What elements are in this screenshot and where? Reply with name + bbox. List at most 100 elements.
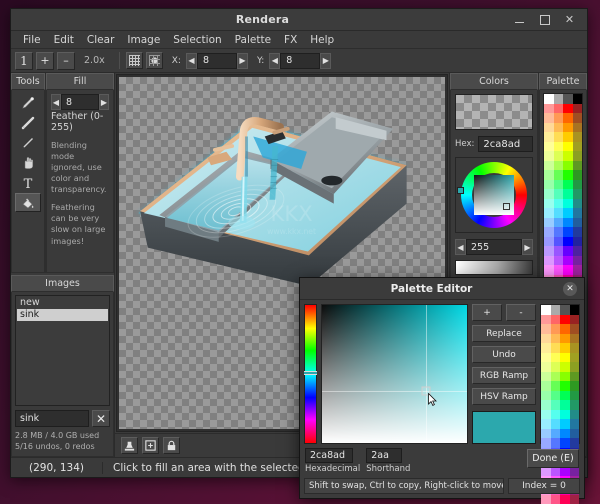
palette-swatch[interactable] xyxy=(560,419,570,429)
palette-swatch[interactable] xyxy=(554,189,564,199)
palette-swatch[interactable] xyxy=(563,265,573,275)
palette-swatch[interactable] xyxy=(570,429,580,439)
palette-swatch[interactable] xyxy=(570,410,580,420)
palette-swatch[interactable] xyxy=(560,343,570,353)
palette-swatch[interactable] xyxy=(560,400,570,410)
palette-swatch[interactable] xyxy=(554,132,564,142)
palette-swatch[interactable] xyxy=(554,161,564,171)
palette-swatch[interactable] xyxy=(573,151,583,161)
palette-swatch[interactable] xyxy=(544,142,554,152)
palette-swatch[interactable] xyxy=(544,180,554,190)
maximize-icon[interactable] xyxy=(539,14,550,25)
palette-swatch[interactable] xyxy=(573,199,583,209)
palette-swatch[interactable] xyxy=(554,208,564,218)
palette-swatch[interactable] xyxy=(573,180,583,190)
menu-selection[interactable]: Selection xyxy=(167,33,227,47)
palette-swatch[interactable] xyxy=(544,237,554,247)
lock-icon[interactable] xyxy=(163,437,180,454)
palette-swatch[interactable] xyxy=(541,400,551,410)
palette-swatch[interactable] xyxy=(551,324,561,334)
palette-swatch[interactable] xyxy=(563,218,573,228)
palette-swatch[interactable] xyxy=(554,265,564,275)
palette-swatch[interactable] xyxy=(554,104,564,114)
palette-swatch[interactable] xyxy=(544,104,554,114)
palette-swatch[interactable] xyxy=(573,123,583,133)
paintbrush-icon[interactable] xyxy=(15,93,41,112)
palette-swatch[interactable] xyxy=(570,324,580,334)
palette-swatch[interactable] xyxy=(554,142,564,152)
dialog-hex-input[interactable]: 2ca8ad xyxy=(305,448,353,463)
palette-swatch[interactable] xyxy=(570,353,580,363)
palette-swatch[interactable] xyxy=(573,256,583,266)
zoom-out-button[interactable]: – xyxy=(57,52,75,70)
palette-swatch[interactable] xyxy=(551,495,561,504)
brush-icon[interactable] xyxy=(15,133,41,152)
dialog-shorthand-input[interactable]: 2aa xyxy=(366,448,402,463)
palette-swatch[interactable] xyxy=(551,334,561,344)
palette-swatch[interactable] xyxy=(570,495,580,504)
palette-swatch[interactable] xyxy=(554,151,564,161)
alpha-value[interactable]: 255 xyxy=(466,239,522,255)
close-icon[interactable]: ✕ xyxy=(564,14,575,25)
palette-swatch[interactable] xyxy=(560,372,570,382)
palette-swatch[interactable] xyxy=(560,391,570,401)
palette-swatch[interactable] xyxy=(563,208,573,218)
palette-swatch[interactable] xyxy=(541,315,551,325)
palette-swatch[interactable] xyxy=(560,353,570,363)
palette-swatch[interactable] xyxy=(544,170,554,180)
palette-swatch[interactable] xyxy=(554,199,564,209)
line-icon[interactable] xyxy=(15,113,41,132)
palette-swatch[interactable] xyxy=(560,495,570,504)
palette-swatch[interactable] xyxy=(551,372,561,382)
done-button[interactable]: Done (E) xyxy=(527,449,579,468)
saturation-value-square[interactable] xyxy=(474,175,514,215)
palette-swatch[interactable] xyxy=(570,438,580,448)
palette-swatch[interactable] xyxy=(573,142,583,152)
palette-swatch[interactable] xyxy=(541,410,551,420)
palette-swatch[interactable] xyxy=(544,227,554,237)
palette-swatch[interactable] xyxy=(560,410,570,420)
palette-swatch[interactable] xyxy=(563,94,573,104)
palette-swatch[interactable] xyxy=(544,265,554,275)
palette-swatch[interactable] xyxy=(573,132,583,142)
menu-edit[interactable]: Edit xyxy=(48,33,80,47)
palette-swatch[interactable] xyxy=(544,123,554,133)
palette-swatch[interactable] xyxy=(544,151,554,161)
palette-swatch[interactable] xyxy=(544,189,554,199)
menu-file[interactable]: File xyxy=(17,33,47,47)
palette-swatch[interactable] xyxy=(570,391,580,401)
palette-swatch[interactable] xyxy=(551,438,561,448)
palette-swatch[interactable] xyxy=(554,218,564,228)
close-icon[interactable]: ✕ xyxy=(92,410,110,427)
color-wheel[interactable] xyxy=(455,157,533,233)
palette-swatch[interactable] xyxy=(541,419,551,429)
palette-swatch[interactable] xyxy=(551,381,561,391)
palette-swatch[interactable] xyxy=(551,419,561,429)
dialog-palette-grid[interactable] xyxy=(540,304,580,444)
palette-swatch[interactable] xyxy=(554,123,564,133)
palette-swatch[interactable] xyxy=(560,324,570,334)
feather-increment-icon[interactable]: ▶ xyxy=(99,94,109,110)
palette-swatch[interactable] xyxy=(563,246,573,256)
palette-swatch[interactable] xyxy=(554,170,564,180)
replace-button[interactable]: Replace xyxy=(472,325,536,342)
palette-swatch[interactable] xyxy=(541,305,551,315)
palette-swatch[interactable] xyxy=(560,438,570,448)
palette-swatch[interactable] xyxy=(554,237,564,247)
palette-swatch[interactable] xyxy=(541,324,551,334)
grid-y-stepper[interactable]: ◀ 8 ▶ xyxy=(269,53,331,69)
dialog-sv-handle[interactable] xyxy=(422,386,431,395)
grid-x-increment-icon[interactable]: ▶ xyxy=(237,53,248,69)
palette-swatch[interactable] xyxy=(541,495,551,504)
palette-swatch[interactable] xyxy=(544,199,554,209)
palette-swatch[interactable] xyxy=(560,305,570,315)
dialog-hue-slider[interactable] xyxy=(304,304,317,444)
menu-palette[interactable]: Palette xyxy=(229,33,277,47)
palette-swatch[interactable] xyxy=(563,189,573,199)
palette-swatch[interactable] xyxy=(560,429,570,439)
hand-icon[interactable] xyxy=(15,153,41,172)
palette-swatch[interactable] xyxy=(560,334,570,344)
palette-swatch[interactable] xyxy=(563,256,573,266)
palette-swatch[interactable] xyxy=(544,161,554,171)
feather-decrement-icon[interactable]: ◀ xyxy=(51,94,61,110)
